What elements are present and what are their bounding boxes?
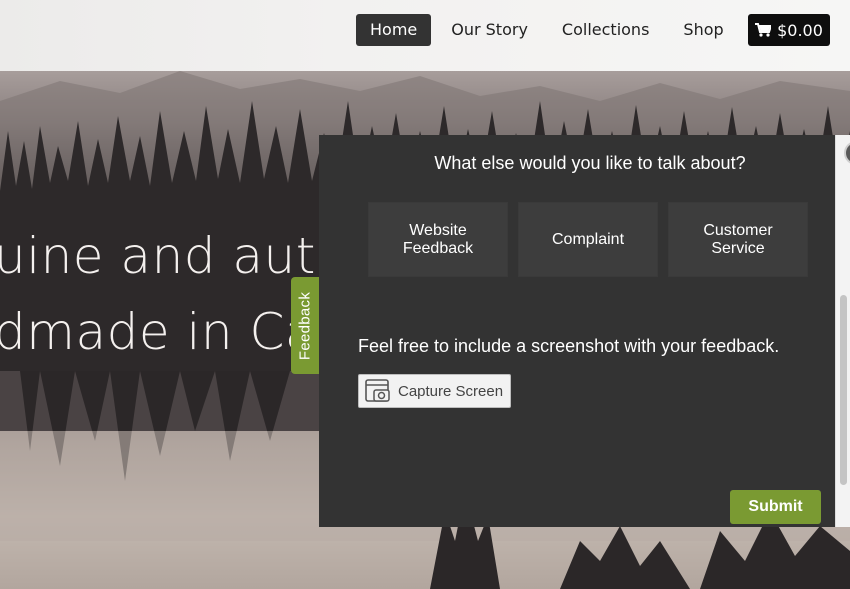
capture-screen-label: Capture Screen	[398, 382, 504, 400]
scrollbar-thumb[interactable]	[840, 295, 847, 485]
topic-complaint[interactable]: Complaint	[518, 202, 658, 277]
topic-label: Website Feedback	[402, 221, 474, 257]
screenshot-hint: Feel free to include a screenshot with y…	[358, 336, 780, 356]
main-nav: Home Our Story Collections Shop	[356, 14, 744, 46]
nav-shop[interactable]: Shop	[669, 14, 737, 46]
feedback-tab[interactable]: Feedback	[291, 277, 319, 374]
cart-button[interactable]: $0.00	[748, 14, 830, 46]
topic-label: Customer Service	[703, 221, 773, 257]
feedback-tab-label: Feedback	[296, 291, 314, 360]
cart-icon	[755, 23, 772, 37]
cart-total: $0.00	[777, 20, 823, 40]
topic-options: Website Feedback Complaint Customer Serv…	[368, 202, 808, 277]
topic-customer-service[interactable]: Customer Service	[668, 202, 808, 277]
capture-screen-button[interactable]: Capture Screen	[358, 374, 511, 408]
panel-question: What else would you like to talk about?	[434, 153, 746, 173]
topic-label: Complaint	[551, 230, 625, 248]
feedback-panel: What else would you like to talk about? …	[319, 135, 850, 527]
hero-heading-line-2: dmade in Cal	[0, 303, 331, 361]
nav-our-story[interactable]: Our Story	[437, 14, 542, 46]
site-header: Home Our Story Collections Shop $0.00	[0, 0, 850, 71]
nav-collections[interactable]: Collections	[548, 14, 663, 46]
panel-scrollbar[interactable]	[835, 135, 850, 527]
submit-button[interactable]: Submit	[730, 490, 821, 524]
camera-window-icon	[365, 379, 390, 402]
topic-website-feedback[interactable]: Website Feedback	[368, 202, 508, 277]
nav-home[interactable]: Home	[356, 14, 432, 46]
